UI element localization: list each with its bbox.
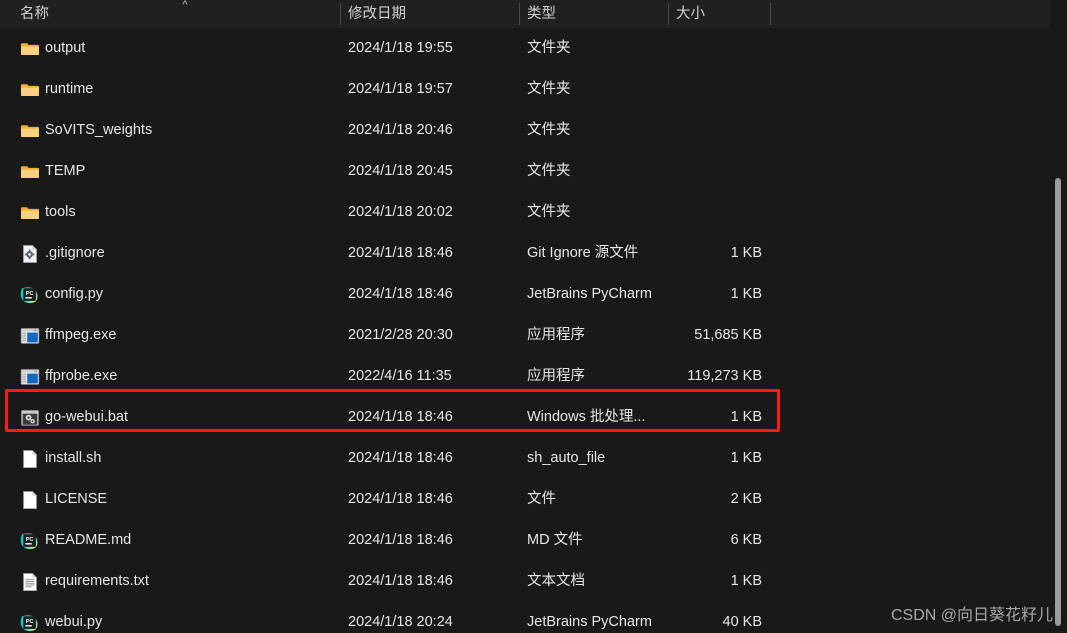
file-row[interactable]: ffmpeg.exe 2021/2/28 20:30 应用程序 51,685 KB xyxy=(0,315,1067,356)
file-name-cell: TEMP xyxy=(45,163,86,179)
file-row[interactable]: LICENSE 2024/1/18 18:46 文件 2 KB xyxy=(0,479,1067,520)
blank-document-icon xyxy=(20,490,40,510)
column-header-bar: ^ 名称 修改日期 类型 大小 xyxy=(0,0,1067,28)
file-size-cell: 1 KB xyxy=(730,450,762,466)
vertical-scrollbar-track[interactable] xyxy=(1050,0,1067,633)
file-explorer-list-view: ^ 名称 修改日期 类型 大小 output 2024/1/18 19:55 文件夹… xyxy=(0,0,1067,633)
svg-text:PC: PC xyxy=(26,537,34,543)
file-name-cell: tools xyxy=(45,204,76,220)
folder-icon xyxy=(20,39,40,59)
application-icon xyxy=(20,326,40,346)
svg-text:PC: PC xyxy=(26,291,34,297)
date-modified-cell: 2024/1/18 18:46 xyxy=(348,245,453,261)
file-size-cell xyxy=(640,192,762,233)
pycharm-icon: PC xyxy=(20,613,40,633)
file-rows-container: output 2024/1/18 19:55 文件夹 runtime 2024/1/18… xyxy=(0,28,1067,633)
column-header-date-modified[interactable]: 修改日期 xyxy=(348,0,513,28)
file-size-cell xyxy=(640,110,762,151)
date-modified-cell: 2024/1/18 18:46 xyxy=(348,491,453,507)
file-name-cell: ffprobe.exe xyxy=(45,368,118,384)
pycharm-icon: PC xyxy=(20,531,40,551)
file-row[interactable]: ffprobe.exe 2022/4/16 11:35 应用程序 119,273 KB xyxy=(0,356,1067,397)
folder-icon xyxy=(20,80,40,100)
column-header-name[interactable]: 名称 xyxy=(20,0,320,28)
file-name-cell: README.md xyxy=(45,532,132,548)
date-modified-cell: 2024/1/18 18:46 xyxy=(348,532,453,548)
file-size-cell: 119,273 KB xyxy=(687,368,762,384)
file-row[interactable]: go-webui.bat 2024/1/18 18:46 Windows 批处理..… xyxy=(0,397,1067,438)
column-header-name-label: 名称 xyxy=(20,6,49,22)
file-name-cell: runtime xyxy=(45,81,94,97)
file-name-cell: LICENSE xyxy=(45,491,108,507)
file-size-cell: 1 KB xyxy=(730,286,762,302)
file-row[interactable]: requirements.txt 2024/1/18 18:46 文本文档 1 KB xyxy=(0,561,1067,602)
file-size-cell xyxy=(640,151,762,192)
file-name-cell: requirements.txt xyxy=(45,573,149,589)
date-modified-cell: 2024/1/18 19:57 xyxy=(348,81,453,97)
date-modified-cell: 2024/1/18 20:45 xyxy=(348,163,453,179)
file-name-cell: go-webui.bat xyxy=(45,409,129,425)
date-modified-cell: 2024/1/18 18:46 xyxy=(348,409,453,425)
date-modified-cell: 2024/1/18 20:02 xyxy=(348,204,453,220)
file-size-cell: 1 KB xyxy=(730,245,762,261)
file-size-cell: 1 KB xyxy=(730,573,762,589)
date-modified-cell: 2024/1/18 18:46 xyxy=(348,450,453,466)
file-size-cell: 40 KB xyxy=(722,614,763,630)
gear-document-icon xyxy=(20,244,40,264)
application-icon xyxy=(20,367,40,387)
text-document-icon xyxy=(20,572,40,592)
file-size-cell: 2 KB xyxy=(730,491,762,507)
column-header-date-label: 修改日期 xyxy=(348,6,406,22)
folder-icon xyxy=(20,121,40,141)
file-row[interactable]: SoVITS_weights 2024/1/18 20:46 文件夹 xyxy=(0,110,1067,151)
file-name-cell: output xyxy=(45,40,86,56)
date-modified-cell: 2021/2/28 20:30 xyxy=(348,327,453,343)
date-modified-cell: 2024/1/18 20:46 xyxy=(348,122,453,138)
file-row[interactable]: TEMP 2024/1/18 20:45 文件夹 xyxy=(0,151,1067,192)
file-size-cell xyxy=(640,28,762,69)
column-header-size[interactable]: 大小 xyxy=(676,0,766,28)
file-name-cell: ffmpeg.exe xyxy=(45,327,117,343)
file-name-cell: .gitignore xyxy=(45,245,105,261)
file-row[interactable]: output 2024/1/18 19:55 文件夹 xyxy=(0,28,1067,69)
file-row[interactable]: .gitignore 2024/1/18 18:46 Git Ignore 源文件 1… xyxy=(0,233,1067,274)
file-row[interactable]: install.sh 2024/1/18 18:46 sh_auto_file 1 K… xyxy=(0,438,1067,479)
watermark-text: CSDN @向日葵花籽儿 xyxy=(890,607,1053,624)
column-header-type-label: 类型 xyxy=(527,6,556,22)
column-divider-date-type[interactable] xyxy=(519,3,520,25)
blank-document-icon xyxy=(20,449,40,469)
file-size-cell: 6 KB xyxy=(730,532,762,548)
file-name-cell: config.py xyxy=(45,286,104,302)
date-modified-cell: 2024/1/18 18:46 xyxy=(348,286,453,302)
batch-file-icon xyxy=(20,408,40,428)
file-row[interactable]: PC config.py 2024/1/18 18:46 JetBrains PyCh… xyxy=(0,274,1067,315)
file-name-cell: webui.py xyxy=(45,614,103,630)
pycharm-icon: PC xyxy=(20,285,40,305)
date-modified-cell: 2022/4/16 11:35 xyxy=(348,368,452,384)
column-divider-name-date[interactable] xyxy=(340,3,341,25)
column-divider-type-size[interactable] xyxy=(668,3,669,25)
column-header-type[interactable]: 类型 xyxy=(527,0,662,28)
svg-text:PC: PC xyxy=(26,619,34,625)
file-row[interactable]: tools 2024/1/18 20:02 文件夹 xyxy=(0,192,1067,233)
file-size-cell: 51,685 KB xyxy=(694,327,762,343)
file-size-cell: 1 KB xyxy=(730,409,762,425)
date-modified-cell: 2024/1/18 20:24 xyxy=(348,614,453,630)
date-modified-cell: 2024/1/18 19:55 xyxy=(348,40,453,56)
file-row[interactable]: runtime 2024/1/18 19:57 文件夹 xyxy=(0,69,1067,110)
file-name-cell: install.sh xyxy=(45,450,102,466)
column-divider-size-end[interactable] xyxy=(770,3,771,25)
folder-icon xyxy=(20,162,40,182)
date-modified-cell: 2024/1/18 18:46 xyxy=(348,573,453,589)
folder-icon xyxy=(20,203,40,223)
file-size-cell xyxy=(640,69,762,110)
column-header-size-label: 大小 xyxy=(676,6,705,22)
vertical-scrollbar-thumb[interactable] xyxy=(1055,178,1061,626)
file-name-cell: SoVITS_weights xyxy=(45,122,153,138)
file-row[interactable]: PC README.md 2024/1/18 18:46 MD 文件 6 KB xyxy=(0,520,1067,561)
